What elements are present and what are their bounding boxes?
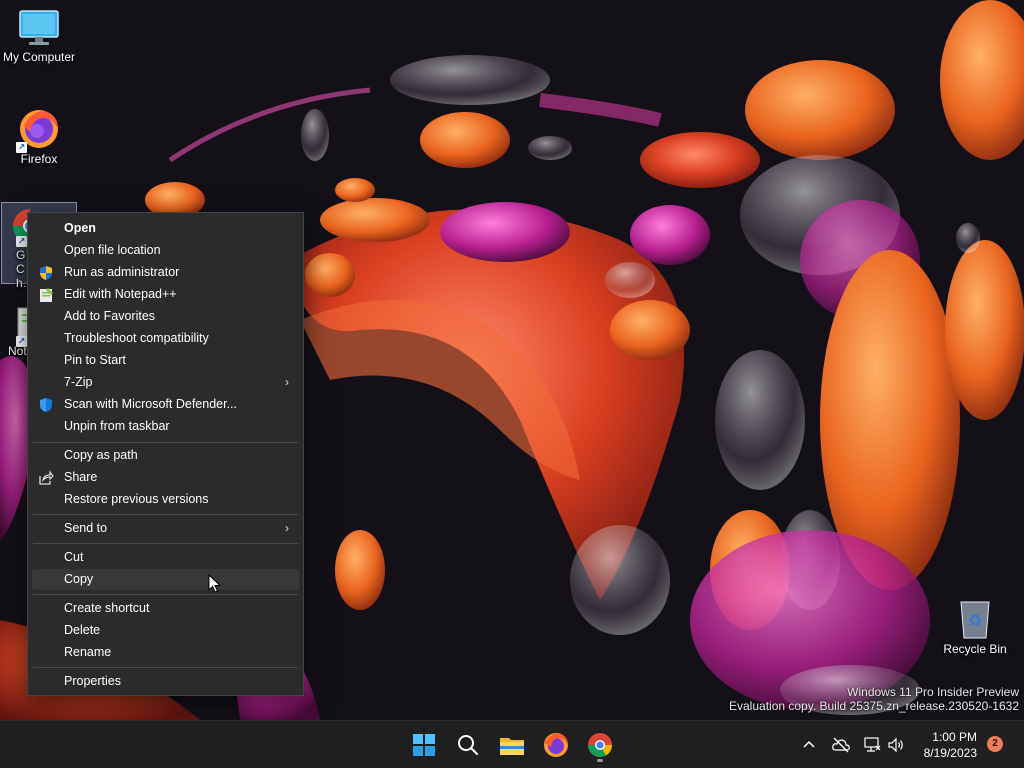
- shortcut-arrow-icon: ↗: [16, 336, 27, 347]
- menu-separator: [33, 543, 298, 544]
- network-icon: [864, 737, 881, 752]
- menu-item-unpin-from-taskbar[interactable]: Unpin from taskbar: [32, 416, 299, 437]
- taskbar-file-explorer-button[interactable]: [496, 729, 528, 761]
- firefox-icon: [544, 733, 568, 757]
- clock-time: 1:00 PM: [932, 730, 977, 744]
- taskbar: 1:00 PM 8/19/2023: [0, 720, 1024, 768]
- menu-item-open-file-location[interactable]: Open file location: [32, 240, 299, 261]
- menu-separator: [33, 442, 298, 443]
- windows-start-icon: [413, 734, 435, 756]
- chrome-icon: [588, 733, 612, 758]
- desktop-icon-notepad[interactable]: ↗ Not…: [0, 306, 30, 358]
- tray-network-button[interactable]: [862, 735, 882, 755]
- watermark-line-1: Windows 11 Pro Insider Preview: [847, 685, 1019, 699]
- menu-item-add-to-favorites[interactable]: Add to Favorites: [32, 306, 299, 327]
- clock-date: 8/19/2023: [923, 746, 977, 760]
- menu-item-cut[interactable]: Cut: [32, 547, 299, 568]
- menu-item-7-zip[interactable]: 7-Zip ›: [32, 372, 299, 393]
- tray-volume-button[interactable]: [886, 735, 906, 755]
- menu-item-rename[interactable]: Rename: [32, 642, 299, 663]
- running-indicator: [597, 759, 603, 762]
- taskbar-search-button[interactable]: [452, 729, 484, 761]
- menu-item-copy[interactable]: Copy: [32, 569, 299, 590]
- share-icon: [39, 470, 54, 485]
- menu-item-pin-to-start[interactable]: Pin to Start: [32, 350, 299, 371]
- shortcut-arrow-icon: ↗: [16, 142, 27, 153]
- svg-text:♻: ♻: [968, 611, 982, 630]
- chevron-up-icon: [803, 740, 815, 748]
- watermark-line-2: Evaluation copy. Build 25375.zn_release.…: [729, 699, 1019, 713]
- menu-item-properties[interactable]: Properties: [32, 671, 299, 692]
- menu-item-troubleshoot-compatibility[interactable]: Troubleshoot compatibility: [32, 328, 299, 349]
- defender-shield-icon: [40, 398, 52, 412]
- menu-item-run-as-administrator[interactable]: Run as administrator: [32, 262, 299, 283]
- shortcut-arrow-icon: ↗: [16, 236, 27, 247]
- menu-item-create-shortcut[interactable]: Create shortcut: [32, 598, 299, 619]
- notepad-plus-plus-icon: [40, 288, 53, 302]
- tray-overflow-button[interactable]: [799, 735, 819, 755]
- desktop-icon-label: Recycle Bin: [943, 642, 1007, 656]
- taskbar-start-button[interactable]: [408, 729, 440, 761]
- desktop-icon-chrome[interactable]: ↗ G… Ch…: [0, 206, 30, 290]
- menu-item-share[interactable]: Share: [32, 467, 299, 488]
- desktop-icon-label: Firefox: [20, 152, 58, 166]
- recycle-bin-icon: ♻: [960, 601, 990, 639]
- desktop-icon-my-computer[interactable]: My Computer: [0, 8, 78, 64]
- menu-item-scan-with-defender[interactable]: Scan with Microsoft Defender...: [32, 394, 299, 415]
- computer-icon: [19, 10, 59, 45]
- menu-separator: [33, 514, 298, 515]
- menu-item-open[interactable]: Open: [32, 218, 299, 239]
- tray-onedrive-offline[interactable]: [831, 735, 851, 755]
- context-menu: Open Open file location Run as administr…: [27, 212, 304, 696]
- menu-separator: [33, 594, 298, 595]
- desktop-icon-recycle-bin[interactable]: ♻ Recycle Bin: [936, 596, 1014, 656]
- desktop-icon-label: My Computer: [2, 50, 76, 64]
- menu-item-send-to[interactable]: Send to ›: [32, 518, 299, 539]
- chevron-right-icon: ›: [285, 375, 289, 389]
- taskbar-chrome-button[interactable]: [584, 729, 616, 762]
- taskbar-firefox-button[interactable]: [540, 729, 572, 761]
- chevron-right-icon: ›: [285, 521, 289, 535]
- menu-item-restore-previous-versions[interactable]: Restore previous versions: [32, 489, 299, 510]
- cloud-offline-icon: [832, 737, 850, 753]
- taskbar-clock[interactable]: 1:00 PM 8/19/2023: [924, 729, 977, 761]
- desktop-icon-firefox[interactable]: ↗ Firefox: [0, 106, 78, 166]
- windows-version-watermark: Windows 11 Pro Insider Preview Evaluatio…: [729, 685, 1019, 713]
- notification-badge[interactable]: 2: [987, 736, 1003, 752]
- search-icon: [458, 735, 479, 756]
- file-explorer-icon: [500, 738, 524, 755]
- menu-separator: [33, 667, 298, 668]
- uac-shield-icon: [40, 266, 52, 280]
- menu-item-copy-as-path[interactable]: Copy as path: [32, 445, 299, 466]
- menu-item-delete[interactable]: Delete: [32, 620, 299, 641]
- speaker-icon: [888, 737, 903, 753]
- mouse-cursor-icon: [208, 574, 222, 593]
- menu-item-edit-with-notepad-plus-plus[interactable]: Edit with Notepad++: [32, 284, 299, 305]
